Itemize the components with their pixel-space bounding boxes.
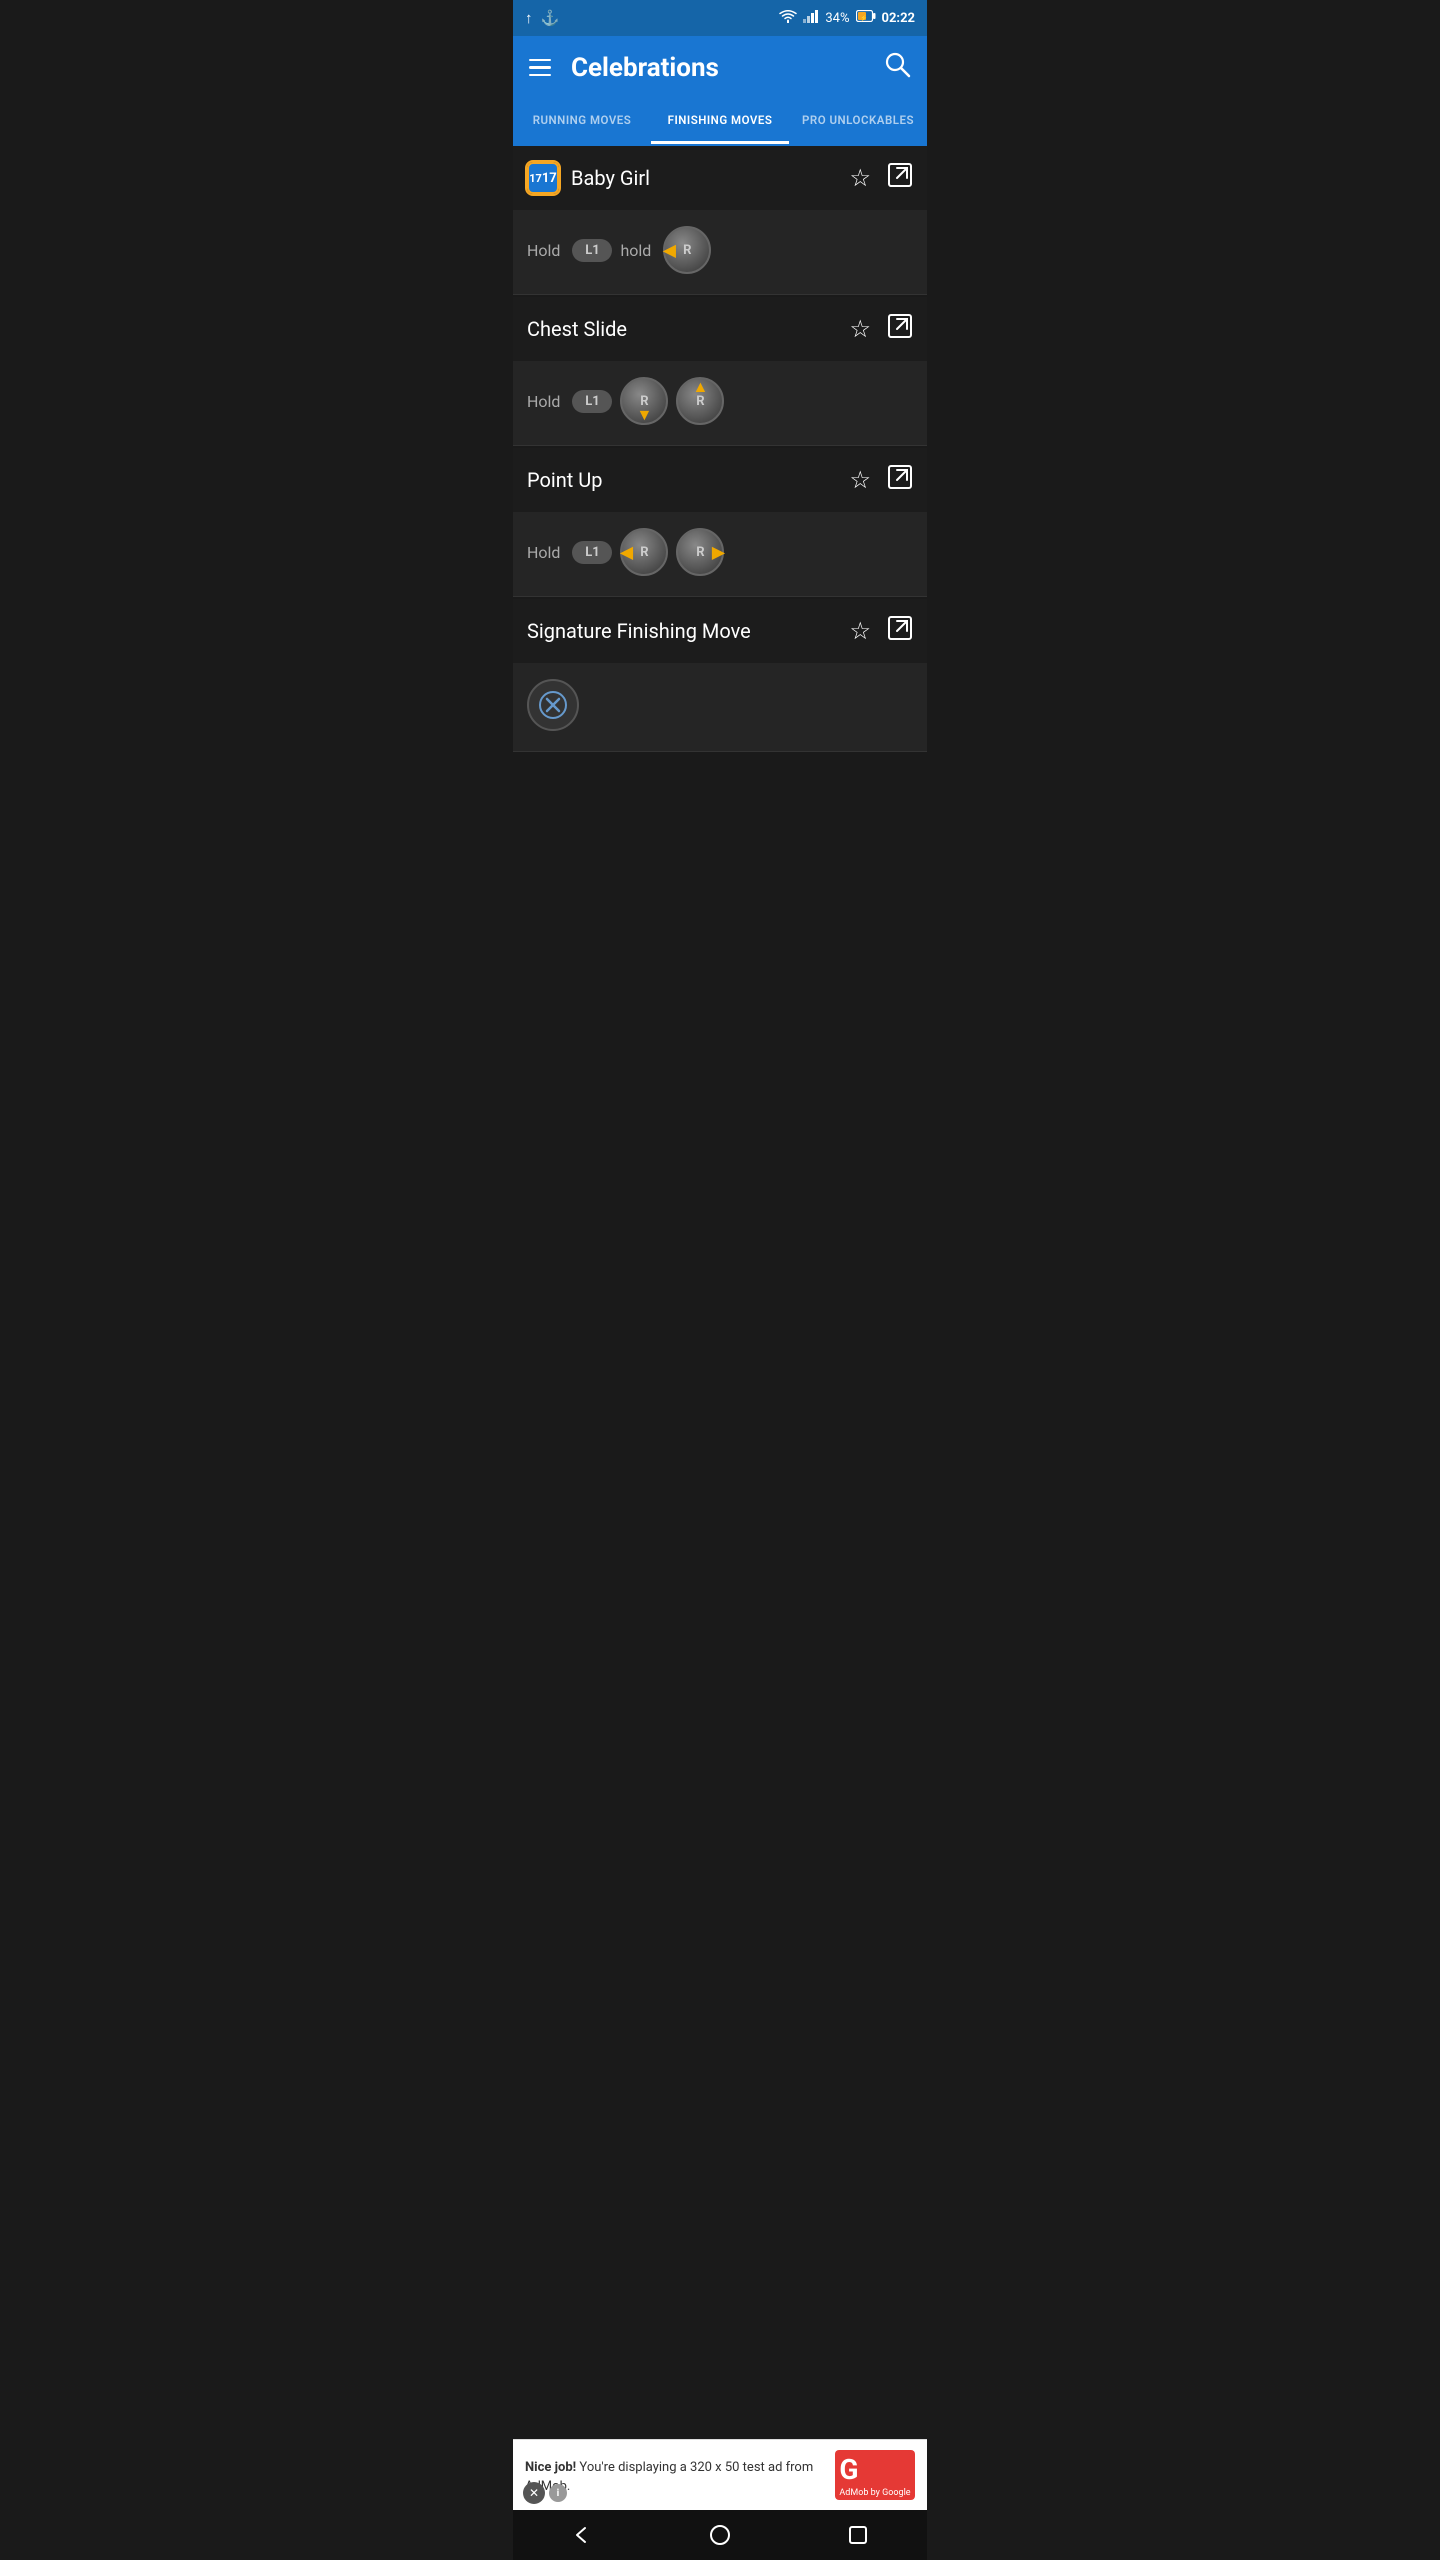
status-bar-left: ↑ ⚓ bbox=[525, 9, 559, 27]
move-card-baby-girl: 1717 Baby Girl ☆ Hold L1 hold R ◀ bbox=[513, 146, 927, 295]
detail-button-chest-slide[interactable] bbox=[887, 313, 913, 345]
favorite-button-point-up[interactable]: ☆ bbox=[849, 466, 871, 494]
move-header-left-4: Signature Finishing Move bbox=[527, 619, 751, 643]
upload-icon: ↑ bbox=[525, 9, 533, 27]
joystick-baby-girl: R ◀ bbox=[663, 226, 711, 274]
l1-button-2: L1 bbox=[572, 390, 612, 413]
hold-label-chest: Hold bbox=[527, 392, 560, 411]
move-header-left-2: Chest Slide bbox=[527, 317, 627, 341]
move-controls-chest-slide: Hold L1 R ▼ R ▲ bbox=[513, 361, 927, 445]
favorite-button-chest-slide[interactable]: ☆ bbox=[849, 315, 871, 343]
time-display: 02:22 bbox=[882, 11, 916, 26]
x-button-signature bbox=[527, 679, 579, 731]
menu-button[interactable] bbox=[529, 59, 551, 77]
move-card-signature: Signature Finishing Move ☆ bbox=[513, 599, 927, 752]
home-button[interactable] bbox=[700, 2515, 740, 2555]
usb-icon: ⚓ bbox=[541, 9, 560, 27]
move-actions-signature: ☆ bbox=[849, 615, 913, 647]
back-button[interactable] bbox=[562, 2515, 602, 2555]
nav-bar bbox=[513, 2510, 927, 2560]
hold-label-1: Hold bbox=[527, 241, 560, 260]
move-name-baby-girl: Baby Girl bbox=[571, 166, 650, 190]
recents-button[interactable] bbox=[838, 2515, 878, 2555]
l1-button-3: L1 bbox=[572, 541, 612, 564]
move-card-point-up: Point Up ☆ Hold L1 R ◀ R bbox=[513, 448, 927, 597]
move-controls-signature bbox=[513, 663, 927, 751]
signal-icon bbox=[803, 9, 819, 27]
moves-list: 1717 Baby Girl ☆ Hold L1 hold R ◀ bbox=[513, 146, 927, 752]
battery-icon: ⚡ bbox=[856, 10, 876, 26]
battery-percent: 34% bbox=[825, 11, 849, 26]
search-button[interactable] bbox=[883, 50, 911, 85]
move-controls-point-up: Hold L1 R ◀ R ▶ bbox=[513, 512, 927, 596]
ad-text: Nice job! You're displaying a 320 x 50 t… bbox=[525, 2460, 813, 2494]
move-header-left-3: Point Up bbox=[527, 468, 603, 492]
move-actions-baby-girl: ☆ bbox=[849, 162, 913, 194]
move-header-left: 1717 Baby Girl bbox=[527, 162, 650, 194]
svg-text:⚡: ⚡ bbox=[860, 14, 867, 22]
ad-bold-text: Nice job! bbox=[525, 2460, 576, 2475]
admob-logo: G AdMob by Google bbox=[835, 2450, 915, 2500]
admob-label: AdMob by Google bbox=[839, 2488, 910, 2498]
move-header-chest-slide: Chest Slide ☆ bbox=[513, 297, 927, 361]
tab-finishing-moves[interactable]: FINISHING MOVES bbox=[651, 99, 789, 144]
admob-logo-letter: G bbox=[839, 2453, 910, 2486]
ad-banner: Nice job! You're displaying a 320 x 50 t… bbox=[513, 2439, 927, 2510]
move-actions-chest-slide: ☆ bbox=[849, 313, 913, 345]
status-bar-right: 34% ⚡ 02:22 bbox=[779, 9, 915, 27]
joystick-chest-1: R ▼ bbox=[620, 377, 668, 425]
detail-button-point-up[interactable] bbox=[887, 464, 913, 496]
joystick-chest-2: R ▲ bbox=[676, 377, 724, 425]
move-card-chest-slide: Chest Slide ☆ Hold L1 R ▼ bbox=[513, 297, 927, 446]
ad-close-button[interactable]: ✕ bbox=[523, 2482, 545, 2504]
app-bar-left: Celebrations bbox=[529, 53, 719, 83]
ad-info-button[interactable]: i bbox=[549, 2484, 567, 2502]
detail-button-baby-girl[interactable] bbox=[887, 162, 913, 194]
page-title: Celebrations bbox=[571, 53, 719, 83]
status-bar: ↑ ⚓ 34% ⚡ bbox=[513, 0, 927, 36]
move-name-point-up: Point Up bbox=[527, 468, 603, 492]
tab-bar: RUNNING MOVES FINISHING MOVES PRO UNLOCK… bbox=[513, 99, 927, 146]
move-actions-point-up: ☆ bbox=[849, 464, 913, 496]
move-name-signature: Signature Finishing Move bbox=[527, 619, 751, 643]
favorite-button-baby-girl[interactable]: ☆ bbox=[849, 164, 871, 192]
detail-button-signature[interactable] bbox=[887, 615, 913, 647]
ad-content: Nice job! You're displaying a 320 x 50 t… bbox=[525, 2456, 835, 2494]
wifi-icon bbox=[779, 9, 797, 27]
move-badge-baby-girl: 1717 bbox=[527, 162, 559, 194]
hold-label-2: hold bbox=[620, 241, 651, 260]
tab-running-moves[interactable]: RUNNING MOVES bbox=[513, 99, 651, 144]
tab-pro-unlockables[interactable]: PRO UNLOCKABLES bbox=[789, 99, 927, 144]
arrow-left-point: ◀ bbox=[620, 543, 632, 562]
l1-button-1: L1 bbox=[572, 239, 612, 262]
move-header-signature: Signature Finishing Move ☆ bbox=[513, 599, 927, 663]
favorite-button-signature[interactable]: ☆ bbox=[849, 617, 871, 645]
move-name-chest-slide: Chest Slide bbox=[527, 317, 627, 341]
app-bar: Celebrations bbox=[513, 36, 927, 99]
move-header-point-up: Point Up ☆ bbox=[513, 448, 927, 512]
move-controls-baby-girl: Hold L1 hold R ◀ bbox=[513, 210, 927, 294]
joystick-point-1: R ◀ bbox=[620, 528, 668, 576]
hold-label-point: Hold bbox=[527, 543, 560, 562]
arrow-right-point: ▶ bbox=[712, 543, 724, 562]
move-header-baby-girl: 1717 Baby Girl ☆ bbox=[513, 146, 927, 210]
arrow-left-baby-girl: ◀ bbox=[663, 241, 675, 260]
joystick-point-2: R ▶ bbox=[676, 528, 724, 576]
